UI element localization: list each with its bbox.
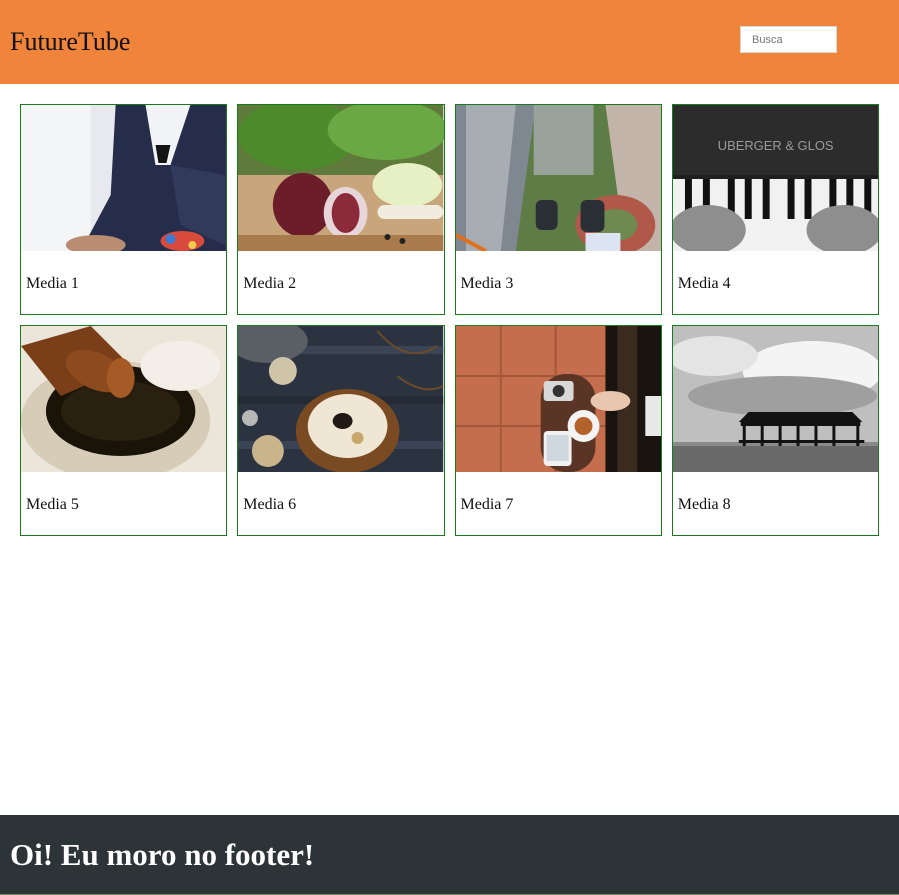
media-card-8[interactable]: Media 8 bbox=[671, 325, 879, 536]
media-card-4[interactable]: UBERGER & GLOS Media 4 bbox=[671, 104, 879, 315]
site-footer: Oi! Eu moro no footer! bbox=[0, 815, 899, 895]
media-title-2[interactable]: Media 2 bbox=[238, 251, 443, 294]
footer-heading: Oi! Eu moro no footer! bbox=[10, 837, 315, 872]
media-thumbnail-7[interactable] bbox=[455, 326, 661, 472]
media-title-3[interactable]: Media 3 bbox=[456, 251, 661, 294]
media-title-5[interactable]: Media 5 bbox=[21, 472, 226, 515]
media-title-4[interactable]: Media 4 bbox=[673, 251, 878, 294]
media-title-8[interactable]: Media 8 bbox=[673, 472, 878, 515]
media-thumbnail-3[interactable] bbox=[455, 105, 661, 251]
search-input[interactable] bbox=[740, 26, 837, 53]
media-thumbnail-1[interactable] bbox=[21, 105, 227, 251]
media-thumbnail-4[interactable]: UBERGER & GLOS bbox=[672, 105, 878, 251]
media-grid: Media 1 Media 2 Media 3 UBERGER & GLOS M… bbox=[20, 104, 879, 536]
media-thumbnail-2[interactable] bbox=[238, 105, 444, 251]
media-card-2[interactable]: Media 2 bbox=[237, 104, 445, 315]
media-thumbnail-6[interactable] bbox=[238, 326, 444, 472]
svg-text:UBERGER & GLOS: UBERGER & GLOS bbox=[717, 138, 833, 153]
media-thumbnail-5[interactable] bbox=[21, 326, 227, 472]
media-card-3[interactable]: Media 3 bbox=[454, 104, 662, 315]
media-title-6[interactable]: Media 6 bbox=[238, 472, 443, 515]
site-header: FutureTube bbox=[0, 0, 899, 84]
media-thumbnail-8[interactable] bbox=[672, 326, 878, 472]
media-title-1[interactable]: Media 1 bbox=[21, 251, 226, 294]
site-logo[interactable]: FutureTube bbox=[10, 27, 130, 57]
media-card-5[interactable]: Media 5 bbox=[20, 325, 228, 536]
media-title-7[interactable]: Media 7 bbox=[456, 472, 661, 515]
media-card-6[interactable]: Media 6 bbox=[237, 325, 445, 536]
media-card-1[interactable]: Media 1 bbox=[20, 104, 228, 315]
media-card-7[interactable]: Media 7 bbox=[454, 325, 662, 536]
